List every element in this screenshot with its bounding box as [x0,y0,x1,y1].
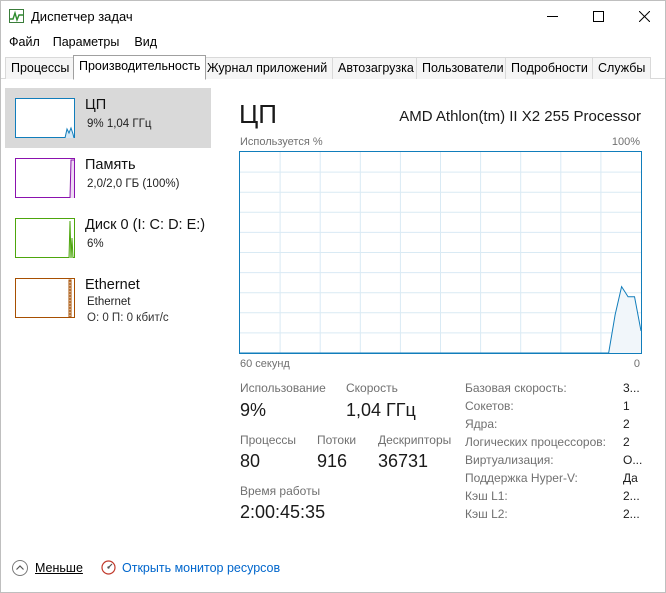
uptime-value: 2:00:45:35 [240,502,326,522]
processes-value: 80 [240,451,261,471]
minimize-button[interactable] [529,1,575,32]
tab-app-history[interactable]: Журнал приложений [201,57,334,79]
graph-label-time: 60 секунд [240,358,290,370]
uptime-label: Время работы [240,484,321,498]
resource-item-cpu[interactable]: ЦП 9% 1,04 ГГц [5,88,211,148]
resource-throughput: О: 0 П: 0 кбит/с [87,312,169,324]
resource-list: ЦП 9% 1,04 ГГц Память 2,0/2,0 ГБ (100%) … [5,88,211,548]
cpu-mini-graph [15,98,75,138]
usage-value: 9% [240,400,267,420]
handles-value: 36731 [378,451,429,471]
threads-label: Потоки [317,433,357,447]
menu-view[interactable]: Вид [126,32,164,54]
title-bar: Диспетчер задач [1,1,665,32]
memory-mini-graph [15,158,75,198]
tab-processes[interactable]: Процессы [5,57,76,79]
graph-label-max: 100% [611,136,640,148]
tab-performance[interactable]: Производительность [73,55,207,80]
task-manager-window: Диспетчер задач Файл Параметры Вид Проце… [0,0,666,593]
tab-services[interactable]: Службы [592,57,652,79]
processes-label: Процессы [240,433,297,447]
menu-bar: Файл Параметры Вид [1,32,164,54]
info-key: Ядра: [465,417,498,431]
info-key: Виртуализация: [465,453,554,467]
tab-details[interactable]: Подробности [505,57,594,79]
info-value: 3... [623,381,640,395]
menu-file[interactable]: Файл [1,32,47,54]
maximize-icon [592,11,604,22]
info-key: Сокетов: [465,399,514,413]
handles-label: Дескрипторы [378,433,452,447]
tab-users[interactable]: Пользователи [416,57,510,79]
info-value: 2... [623,489,640,503]
cpu-model-name: AMD Athlon(tm) II X2 255 Processor [399,108,641,125]
resource-monitor-icon[interactable] [101,560,116,575]
resource-name: Память [85,157,136,173]
resource-item-disk[interactable]: Диск 0 (I: C: D: E:) 6% [5,208,211,268]
close-button[interactable] [621,1,666,32]
open-resource-monitor-link[interactable]: Открыть монитор ресурсов [122,561,280,575]
resource-item-memory[interactable]: Память 2,0/2,0 ГБ (100%) [5,148,211,208]
info-key: Кэш L1: [465,489,508,503]
close-icon [638,11,650,22]
window-title: Диспетчер задач [31,9,133,24]
task-manager-icon [9,9,24,23]
info-key: Логических процессоров: [465,435,606,449]
resource-detail: 6% [87,238,104,250]
graph-label-zero: 0 [633,358,640,370]
resource-detail: 2,0/2,0 ГБ (100%) [87,178,180,190]
info-value: 2 [623,435,630,449]
resource-name: Ethernet [85,277,140,293]
speed-label: Скорость [346,381,398,395]
menu-options[interactable]: Параметры [47,32,127,54]
cpu-usage-graph [239,151,642,354]
resource-detail: 9% 1,04 ГГц [87,118,152,130]
usage-label: Использование [240,381,326,395]
resource-name: ЦП [85,97,107,113]
threads-value: 916 [317,451,348,471]
footer-bar: Меньше Открыть монитор ресурсов [1,554,665,582]
resource-detail: Ethernet [87,296,131,308]
resource-name: Диск 0 (I: C: D: E:) [85,217,206,233]
chevron-up-icon[interactable] [12,560,28,576]
tab-strip: Процессы Производительность Журнал прило… [1,55,665,80]
info-value: Да [623,471,638,485]
info-key: Базовая скорость: [465,381,567,395]
disk-mini-graph [15,218,75,258]
minimize-icon [546,16,558,17]
fewer-details-link[interactable]: Меньше [35,561,83,575]
info-value: 2... [623,507,640,521]
graph-label-usage: Используется % [240,136,323,148]
speed-value: 1,04 ГГц [346,400,416,420]
resource-item-ethernet[interactable]: Ethernet Ethernet О: 0 П: 0 кбит/с [5,268,211,328]
info-key: Поддержка Hyper-V: [465,471,578,485]
info-value: 1 [623,399,630,413]
info-key: Кэш L2: [465,507,508,521]
maximize-button[interactable] [575,1,621,32]
ethernet-mini-graph [15,278,75,318]
tab-startup[interactable]: Автозагрузка [332,57,420,79]
info-value: 2 [623,417,630,431]
info-value: О... [623,453,643,467]
cpu-heading: ЦП [239,99,277,129]
